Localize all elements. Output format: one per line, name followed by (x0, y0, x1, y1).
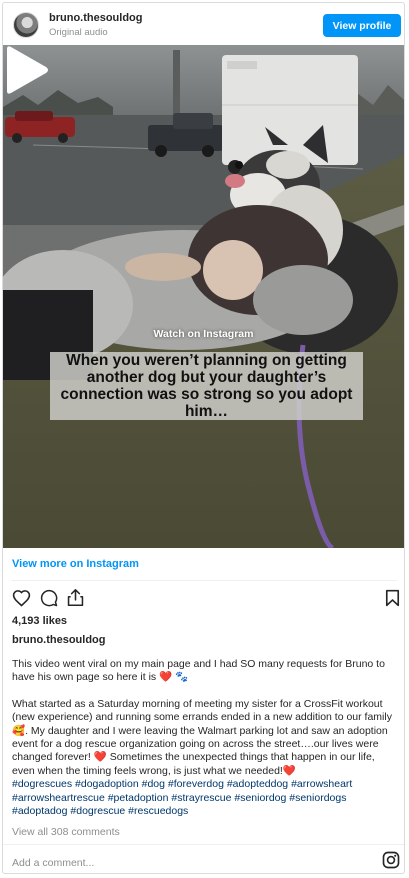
heart-icon[interactable] (12, 589, 31, 607)
header-username[interactable]: bruno.thesouldog (49, 12, 142, 24)
view-profile-button[interactable]: View profile (323, 14, 401, 37)
instagram-icon[interactable] (382, 851, 400, 869)
watch-on-instagram-label[interactable]: Watch on Instagram (3, 328, 404, 340)
post-username[interactable]: bruno.thesouldog (12, 634, 105, 646)
share-icon[interactable] (67, 588, 84, 607)
audio-subtitle[interactable]: Original audio (49, 27, 108, 38)
caption-paragraph-1: This video went viral on my main page an… (12, 658, 385, 684)
avatar[interactable] (13, 12, 39, 38)
divider (12, 580, 397, 581)
add-comment-input[interactable]: Add a comment... (12, 857, 94, 869)
video-frame-illustration (3, 45, 404, 548)
divider (3, 844, 404, 845)
comment-icon[interactable] (40, 589, 58, 607)
view-more-link[interactable]: View more on Instagram (12, 558, 139, 570)
video-caption-overlay: When you weren’t planning on getting ano… (50, 352, 363, 420)
likes-count[interactable]: 4,193 likes (12, 615, 67, 627)
post-caption: This video went viral on my main page an… (12, 658, 399, 818)
hashtags[interactable]: #dogrescues #dogadoption #dog #foreverdo… (12, 778, 399, 818)
bookmark-icon[interactable] (385, 589, 400, 607)
play-icon[interactable] (3, 45, 49, 95)
post-header: bruno.thesouldog Original audio View pro… (3, 3, 404, 45)
caption-paragraph-2: What started as a Saturday morning of me… (12, 697, 392, 777)
instagram-embed-card: bruno.thesouldog Original audio View pro… (2, 2, 405, 874)
video-thumbnail[interactable]: When you weren’t planning on getting ano… (3, 45, 404, 548)
view-all-comments-link[interactable]: View all 308 comments (12, 826, 120, 838)
